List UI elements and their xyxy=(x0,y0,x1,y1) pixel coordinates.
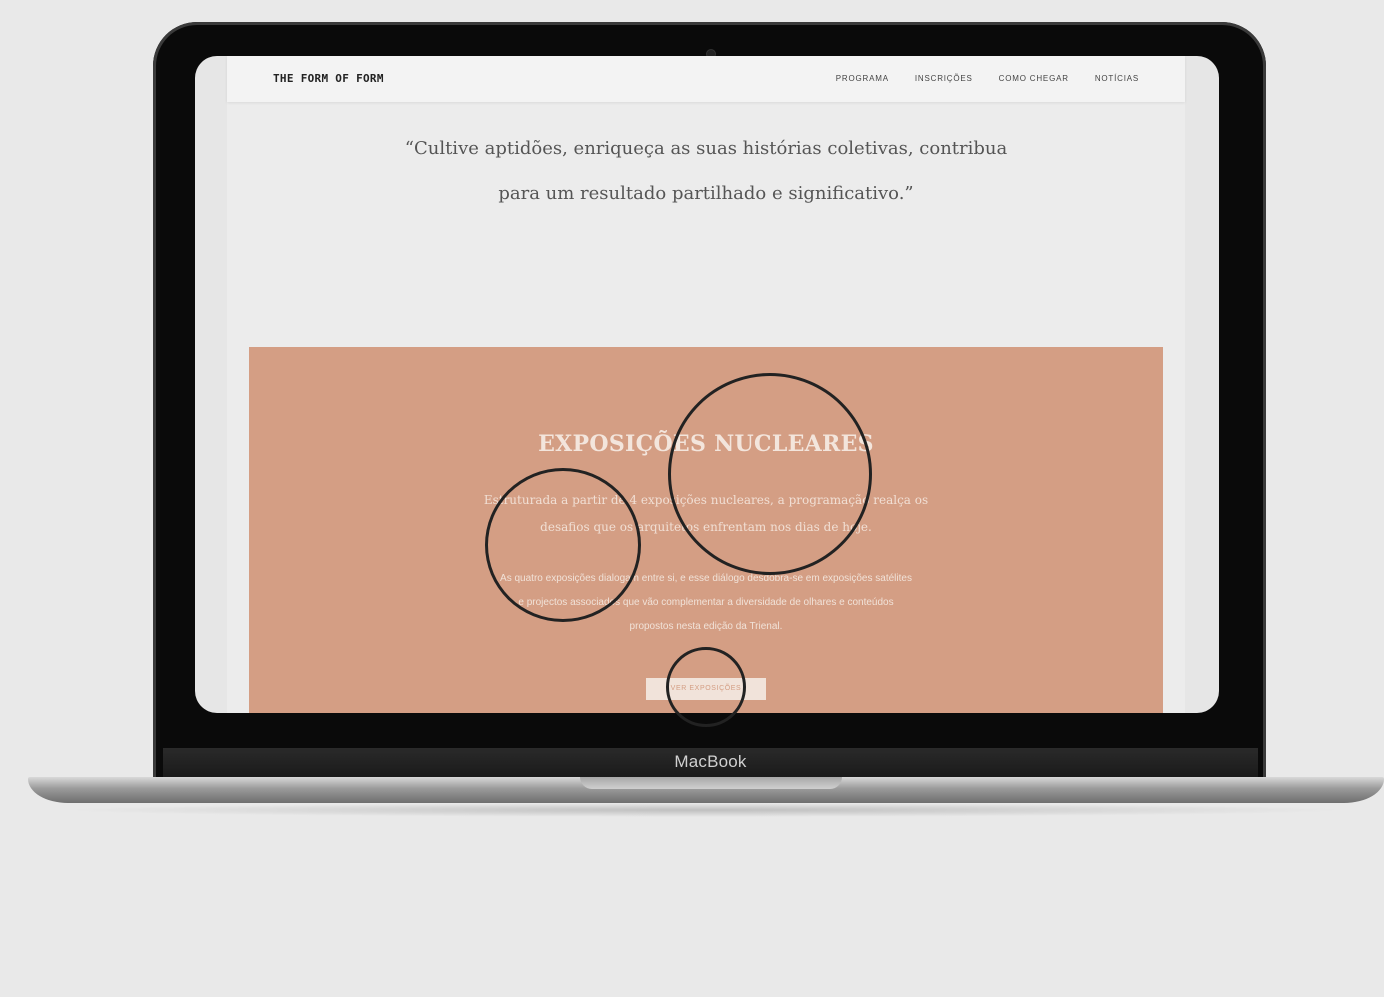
laptop-screen: THE FORM OF FORM PROGRAMA INSCRIÇÕES COM… xyxy=(195,56,1219,713)
nav-link-como-chegar[interactable]: COMO CHEGAR xyxy=(999,74,1069,83)
nav-link-noticias[interactable]: NOTÍCIAS xyxy=(1095,74,1139,83)
nav-link-inscricoes[interactable]: INSCRIÇÕES xyxy=(915,74,973,83)
site-navbar: THE FORM OF FORM PROGRAMA INSCRIÇÕES COM… xyxy=(227,56,1185,102)
laptop-shadow xyxy=(60,803,1350,817)
view-exhibitions-button[interactable]: VER EXPOSIÇÕES xyxy=(646,678,766,700)
nav-links: PROGRAMA INSCRIÇÕES COMO CHEGAR NOTÍCIAS xyxy=(836,74,1139,83)
laptop-base-notch xyxy=(580,777,842,789)
quote-block: “Cultive aptidões, enriqueça as suas his… xyxy=(249,126,1163,216)
exhibitions-body: As quatro exposições dialogam entre si, … xyxy=(500,573,912,632)
quote-line-2: para um resultado partilhado e significa… xyxy=(498,183,914,204)
nav-link-programa[interactable]: PROGRAMA xyxy=(836,74,889,83)
exhibitions-title: EXPOSIÇÕES NUCLEARES xyxy=(538,431,874,457)
exhibitions-subtitle: Estruturada a partir de 4 exposições nuc… xyxy=(483,493,929,534)
site-logo[interactable]: THE FORM OF FORM xyxy=(273,72,384,85)
exhibitions-panel: EXPOSIÇÕES NUCLEARES Estruturada a parti… xyxy=(249,347,1163,713)
device-label: MacBook xyxy=(674,752,747,771)
quote-line-1: “Cultive aptidões, enriqueça as suas his… xyxy=(404,138,1008,159)
laptop-chin: MacBook xyxy=(163,748,1258,778)
